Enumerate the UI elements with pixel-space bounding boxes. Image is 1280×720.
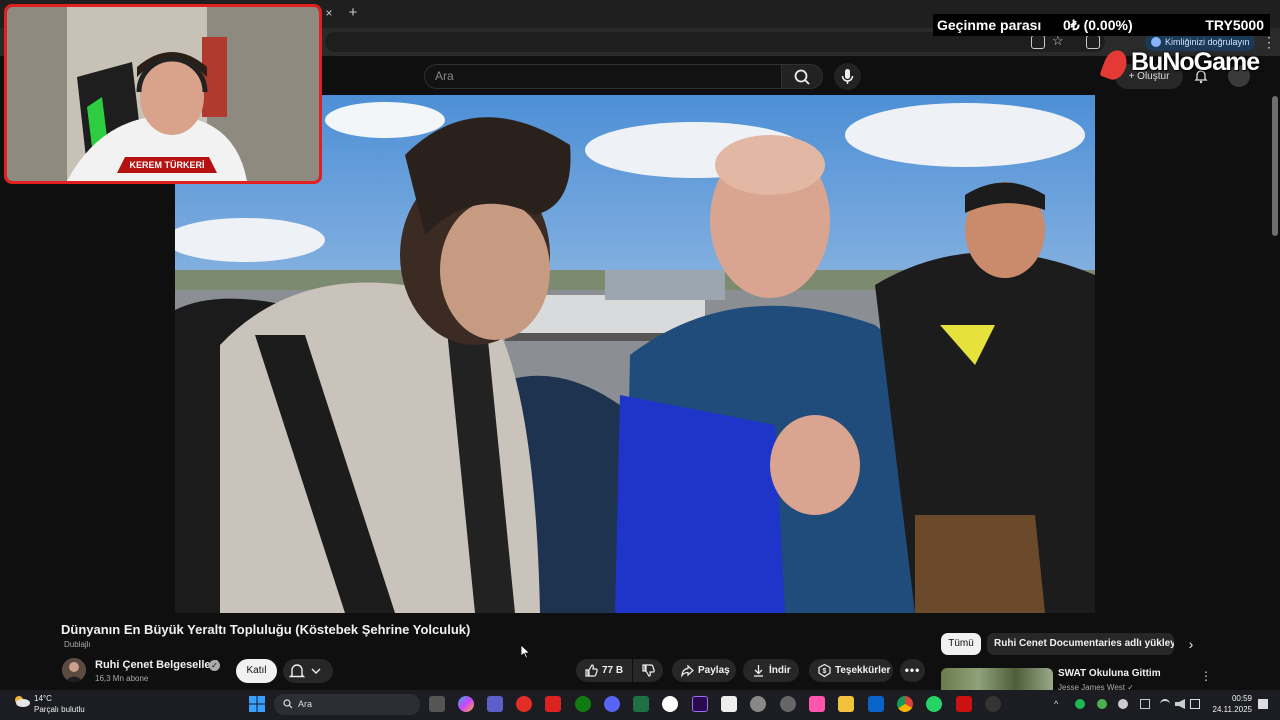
weather-temperature: 14°C: [34, 694, 52, 703]
more-actions-button[interactable]: •••: [900, 659, 925, 682]
clock-time[interactable]: 00:59: [1200, 694, 1252, 703]
discord-icon[interactable]: [604, 696, 620, 712]
search-icon: [794, 69, 810, 85]
chrome-icon[interactable]: [897, 696, 913, 712]
new-tab-button[interactable]: +: [345, 5, 361, 21]
goal-progress: 0₺ (0.00%): [1063, 17, 1133, 33]
taskbar-search[interactable]: Ara: [274, 694, 420, 715]
tray-keyboard-icon[interactable]: [1140, 699, 1150, 709]
clock-date[interactable]: 24.11.2025: [1200, 705, 1252, 714]
dubbed-badge: Dublajlı: [64, 640, 91, 649]
search-icon: [283, 699, 293, 709]
thumbs-up-icon: [585, 664, 598, 677]
brand-logo-text: BuNoGame: [1131, 48, 1260, 76]
channel-avatar[interactable]: [62, 658, 86, 682]
voice-search-button[interactable]: [834, 63, 861, 90]
install-icon[interactable]: [1031, 35, 1045, 49]
thumbs-down-icon: [642, 664, 655, 677]
video-title: Dünyanın En Büyük Yeraltı Topluluğu (Kös…: [61, 622, 471, 637]
page-scrollbar[interactable]: [1272, 96, 1278, 236]
tray-app-icon-shield[interactable]: [1097, 699, 1107, 709]
outlook-icon[interactable]: [868, 696, 884, 712]
download-icon: [754, 665, 763, 677]
taskbar-search-label: Ara: [298, 699, 313, 709]
windows-logo-icon: [249, 696, 265, 712]
verified-badge-icon: ✓: [209, 660, 220, 671]
app-icon-white[interactable]: [662, 696, 678, 712]
download-label: İndir: [769, 665, 791, 676]
steam-icon[interactable]: [780, 696, 796, 712]
recommendation-thumbnail[interactable]: [941, 668, 1053, 690]
join-button[interactable]: Katıl: [236, 659, 277, 683]
webcam-overlay: ★★★★★ ★★★★★ KEREM TÜRKERİ: [4, 4, 322, 184]
search-input[interactable]: Ara: [424, 64, 782, 89]
goal-target: TRY5000: [1205, 17, 1264, 33]
premiere-icon[interactable]: [692, 696, 708, 712]
mouse-cursor-icon: [520, 644, 531, 659]
weather-cloud-icon[interactable]: [13, 694, 31, 708]
subscription-notifications-button[interactable]: [283, 659, 333, 683]
download-button[interactable]: İndir: [743, 659, 799, 682]
start-button[interactable]: [249, 696, 265, 712]
wifi-icon[interactable]: [1160, 699, 1170, 709]
copilot-icon[interactable]: [458, 696, 474, 712]
chips-next-icon[interactable]: ›: [1183, 636, 1199, 652]
tray-overflow-icon[interactable]: ^: [1054, 699, 1064, 709]
share-label: Paylaş: [698, 665, 730, 676]
app-icon-pink[interactable]: [809, 696, 825, 712]
obs-icon[interactable]: [750, 696, 766, 712]
donation-goal-bar: Geçinme parası 0₺ (0.00%) TRY5000: [933, 14, 1270, 36]
super-thanks-icon: $: [818, 663, 831, 678]
goal-label: Geçinme parası: [937, 17, 1042, 33]
thanks-button[interactable]: $ Teşekkürler: [809, 659, 893, 682]
youtube-app-icon[interactable]: [516, 696, 532, 712]
share-icon: [681, 664, 694, 678]
dislike-button[interactable]: [633, 659, 663, 682]
extensions-icon[interactable]: [1086, 35, 1100, 49]
tab-close-button[interactable]: ×: [322, 6, 336, 20]
bell-icon: [288, 664, 321, 678]
share-button[interactable]: Paylaş: [672, 659, 736, 682]
whatsapp-icon[interactable]: [926, 696, 942, 712]
streamer-name-label: KEREM TÜRKERİ: [117, 157, 217, 173]
subscriber-count: 16,3 Mn abone: [95, 674, 149, 683]
webcam-feed: [7, 7, 319, 181]
battery-icon[interactable]: [1190, 699, 1200, 709]
tray-app-icon-green[interactable]: [1075, 699, 1085, 709]
channel-name[interactable]: Ruhi Çenet Belgeselleri: [95, 659, 218, 671]
app-icon-red[interactable]: [545, 696, 561, 712]
notepad-icon[interactable]: [721, 696, 737, 712]
excel-icon[interactable]: [633, 696, 649, 712]
svg-text:$: $: [823, 668, 827, 675]
xbox-icon[interactable]: [575, 696, 591, 712]
teams-icon[interactable]: [487, 696, 503, 712]
weather-description: Parçalı bulutlu: [34, 705, 85, 714]
tray-mic-icon[interactable]: [1118, 699, 1128, 709]
microphone-icon: [841, 69, 854, 84]
app-icon-dark[interactable]: [985, 696, 1001, 712]
app-icon-dark-red[interactable]: [956, 696, 972, 712]
like-count: 77 B: [602, 665, 624, 676]
file-explorer-icon[interactable]: [838, 696, 854, 712]
search-button[interactable]: [781, 64, 823, 89]
chip-uploader[interactable]: Ruhi Cenet Documentaries adlı yükleyicid…: [987, 633, 1174, 655]
recommendation-menu-icon[interactable]: ⋮: [1200, 669, 1212, 683]
chip-all[interactable]: Tümü: [941, 633, 981, 655]
thanks-label: Teşekkürler: [835, 665, 891, 676]
like-button[interactable]: 77 B: [576, 659, 632, 682]
notifications-icon[interactable]: [1258, 699, 1268, 709]
task-view-icon[interactable]: [429, 696, 445, 712]
recommendation-title[interactable]: SWAT Okuluna Gittim: [1058, 668, 1161, 679]
